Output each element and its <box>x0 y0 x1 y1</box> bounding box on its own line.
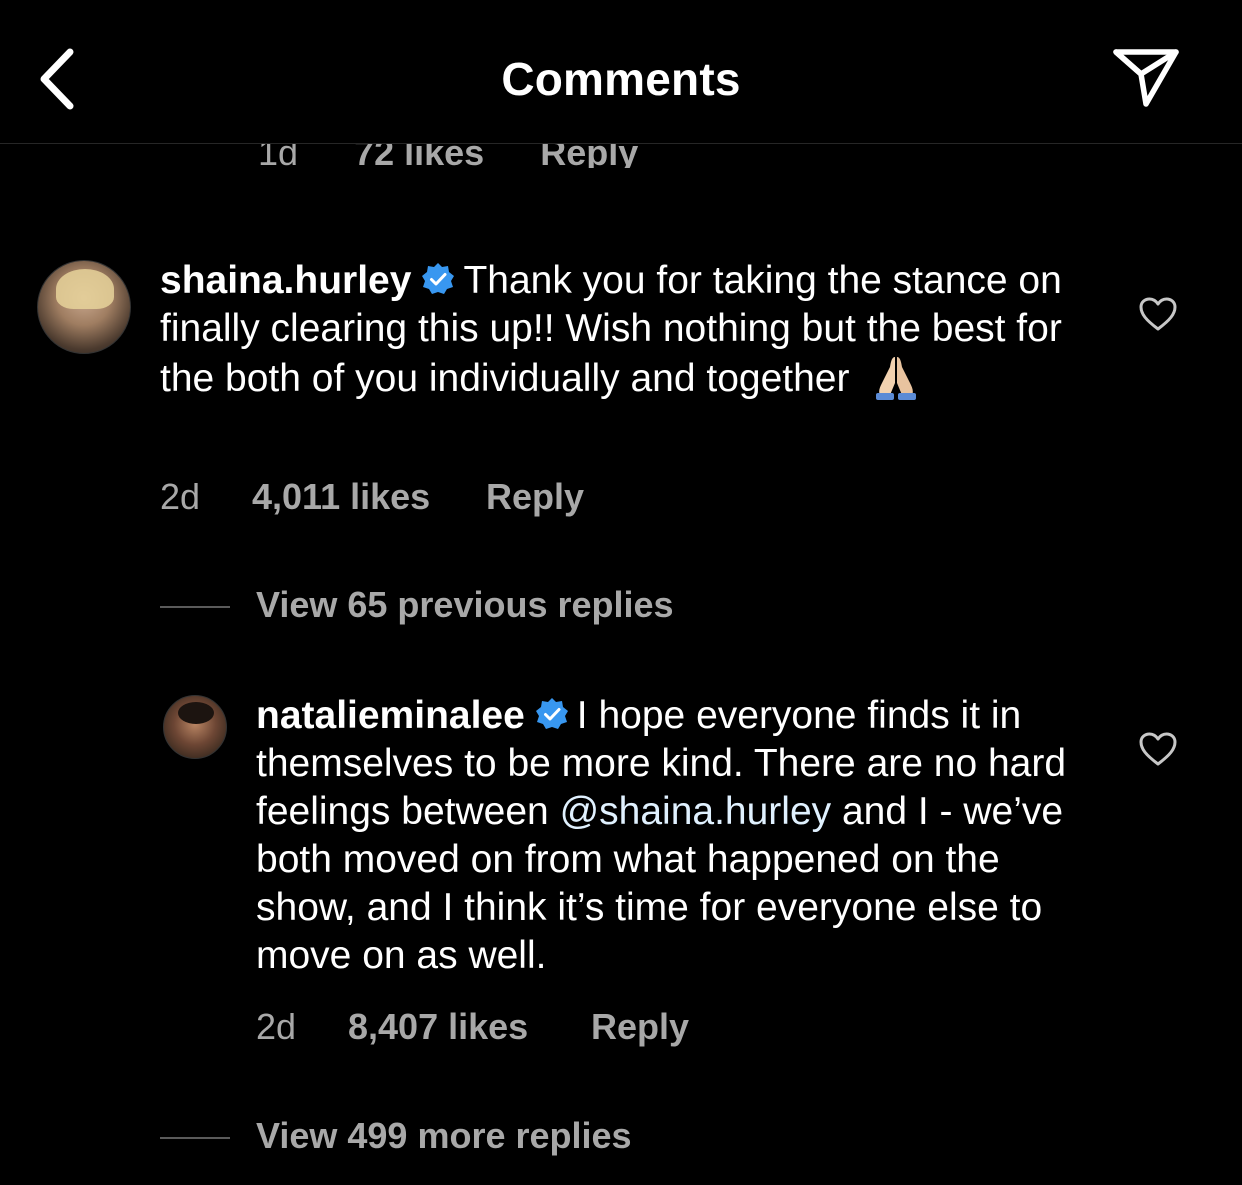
verified-badge-icon <box>422 263 455 294</box>
comment-time: 2d <box>160 476 201 517</box>
share-send-icon[interactable] <box>1110 44 1182 110</box>
comment-meta: 2d 8,407 likes Reply <box>256 1006 856 1050</box>
avatar[interactable] <box>37 260 131 354</box>
header: Comments <box>0 0 1242 144</box>
comment-username[interactable]: shaina.hurley <box>160 259 411 302</box>
view-more-replies[interactable]: View 499 more replies <box>160 1115 680 1159</box>
share-button[interactable] <box>1110 44 1182 110</box>
heart-icon[interactable] <box>1138 296 1178 332</box>
avatar[interactable] <box>163 695 227 759</box>
comment-username[interactable]: natalieminalee <box>256 694 525 737</box>
comment-text: shaina.hurley Thank you for taking the s… <box>160 257 1090 403</box>
view-previous-replies-label[interactable]: View 65 previous replies <box>256 584 674 626</box>
mention-link[interactable]: @shaina.hurley <box>560 790 832 833</box>
comment-text: natalieminalee I hope everyone finds it … <box>256 692 1086 980</box>
comment-reply-button[interactable]: Reply <box>591 1006 689 1048</box>
replies-divider-line <box>160 1137 230 1139</box>
comment-likes[interactable]: 8,407 likes <box>348 1006 528 1048</box>
view-previous-replies[interactable]: View 65 previous replies <box>160 584 720 628</box>
replies-divider-line <box>160 606 230 608</box>
comment-time: 2d <box>256 1006 297 1047</box>
comment-likes[interactable]: 4,011 likes <box>252 476 430 518</box>
comment-reply-button[interactable]: Reply <box>486 476 584 518</box>
praying-hands-emoji <box>876 357 917 400</box>
comment-meta: 2d 4,011 likes Reply <box>160 476 760 520</box>
page-title: Comments <box>501 53 741 105</box>
heart-icon[interactable] <box>1138 731 1178 767</box>
verified-badge-icon <box>535 698 568 729</box>
view-more-replies-label[interactable]: View 499 more replies <box>256 1115 632 1157</box>
